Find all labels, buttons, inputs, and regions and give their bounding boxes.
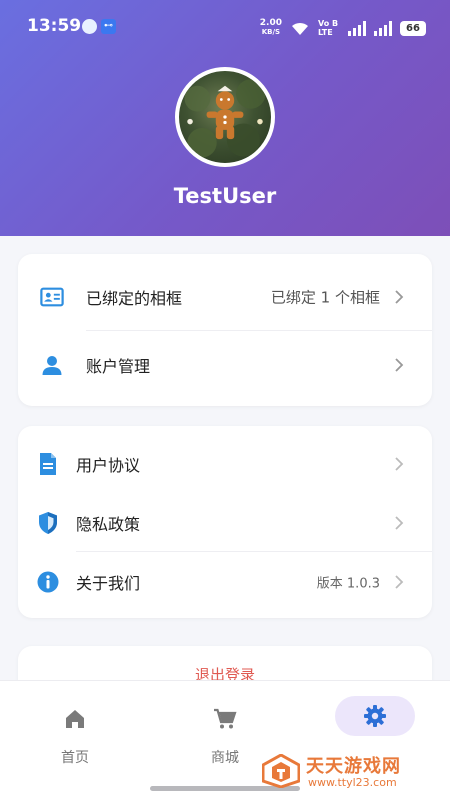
avatar[interactable] bbox=[175, 67, 275, 167]
id-card-icon bbox=[40, 285, 64, 309]
network-label: Vo B LTE bbox=[318, 19, 339, 37]
info-icon bbox=[36, 570, 60, 594]
gingerbread-avatar bbox=[184, 79, 266, 158]
net-speed-unit: KB/S bbox=[261, 28, 281, 36]
wifi-icon bbox=[292, 22, 308, 35]
version-value: 版本 1.0.3 bbox=[316, 576, 380, 592]
person-icon bbox=[40, 353, 64, 377]
nav-home-label: 首页 bbox=[61, 750, 89, 766]
watermark-url: www.ttyl23.com bbox=[308, 776, 397, 789]
battery-icon: 66 bbox=[400, 20, 426, 36]
user-agreement-row[interactable]: 用户协议 bbox=[18, 434, 432, 494]
watermark-logo-icon bbox=[262, 754, 300, 788]
status-time: 13:59 bbox=[27, 16, 82, 36]
nav-home[interactable]: 首页 bbox=[0, 681, 150, 800]
chevron-right-icon bbox=[395, 457, 404, 471]
chevron-right-icon bbox=[395, 575, 404, 589]
shield-icon bbox=[36, 511, 60, 535]
info-card: 用户协议 隐私政策 关于我们 版本 1.0.3 bbox=[18, 426, 432, 618]
signal-icon-1 bbox=[348, 20, 366, 36]
about-us-label: 关于我们 bbox=[76, 574, 141, 593]
bound-frames-value: 已绑定 1 个相框 bbox=[270, 288, 380, 307]
chevron-right-icon bbox=[395, 358, 404, 372]
account-management-label: 账户管理 bbox=[86, 357, 151, 376]
privacy-policy-label: 隐私政策 bbox=[76, 515, 141, 534]
cart-icon bbox=[214, 708, 237, 729]
gear-icon bbox=[364, 705, 386, 727]
home-icon bbox=[66, 710, 84, 728]
chevron-right-icon bbox=[395, 290, 404, 304]
net-speed: 2.00 KB/S bbox=[260, 19, 282, 37]
signal-icon-2 bbox=[374, 20, 392, 36]
key-icon: ⊷ bbox=[101, 19, 116, 34]
bound-frames-row[interactable]: 已绑定的相框 已绑定 1 个相框 bbox=[18, 262, 432, 332]
bound-frames-label: 已绑定的相框 bbox=[86, 289, 183, 308]
nav-settings[interactable] bbox=[335, 696, 415, 736]
status-bar: 13:59 ⊷ 2.00 KB/S Vo B LTE 66 bbox=[0, 0, 450, 56]
status-right-cluster: 2.00 KB/S Vo B LTE 66 bbox=[260, 17, 426, 39]
chevron-right-icon bbox=[395, 516, 404, 530]
account-card: 已绑定的相框 已绑定 1 个相框 账户管理 bbox=[18, 254, 432, 406]
user-agreement-label: 用户协议 bbox=[76, 456, 141, 475]
watermark: 天天游戏网 www.ttyl23.com bbox=[262, 752, 442, 792]
globe-icon bbox=[82, 19, 97, 34]
document-icon bbox=[36, 452, 60, 476]
account-management-row[interactable]: 账户管理 bbox=[18, 331, 432, 399]
profile-header: 13:59 ⊷ 2.00 KB/S Vo B LTE 66 TestUser bbox=[0, 0, 450, 236]
about-us-row[interactable]: 关于我们 版本 1.0.3 bbox=[18, 552, 432, 612]
privacy-policy-row[interactable]: 隐私政策 bbox=[18, 494, 432, 552]
net-speed-value: 2.00 bbox=[259, 18, 282, 28]
username: TestUser bbox=[173, 184, 277, 208]
watermark-title: 天天游戏网 bbox=[306, 756, 401, 777]
